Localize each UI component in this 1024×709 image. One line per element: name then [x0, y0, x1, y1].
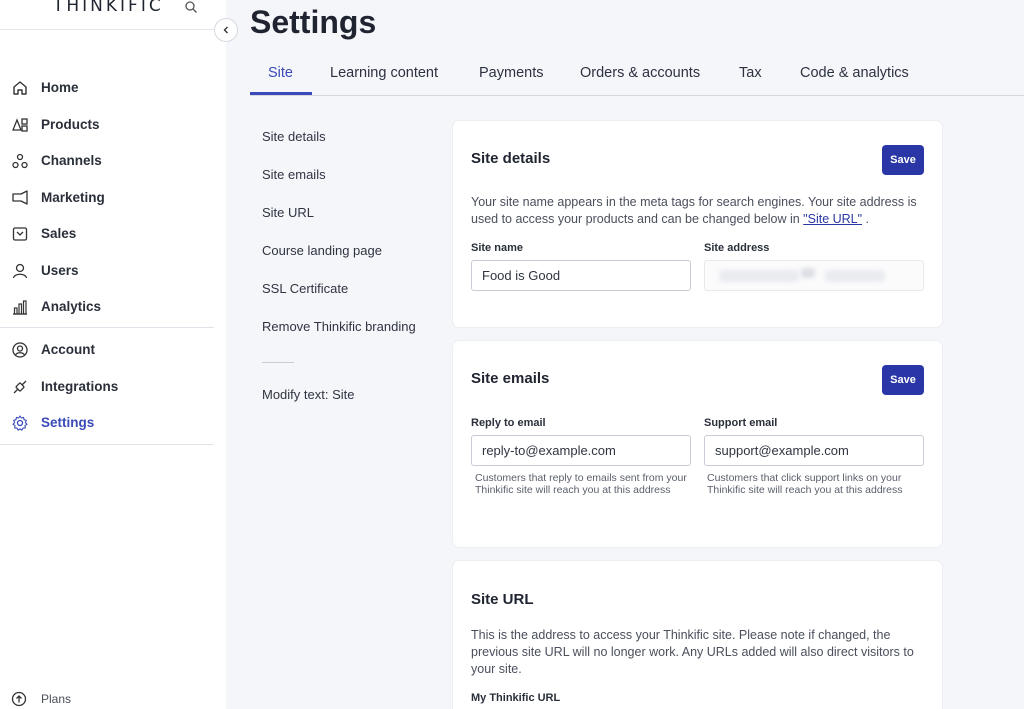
reply-email-input[interactable]: reply-to@example.com [471, 435, 691, 466]
site-address-input[interactable] [704, 260, 924, 291]
sidebar-item-sales[interactable]: Sales [0, 220, 214, 248]
sidebar-item-label: Account [41, 342, 95, 357]
sidebar-item-home[interactable]: Home [0, 74, 214, 102]
site-details-card: Site details Save Your site name appears… [453, 121, 942, 327]
sidebar-item-account[interactable]: Account [0, 336, 214, 364]
sidebar-item-settings[interactable]: Settings [0, 409, 214, 437]
channels-icon [12, 153, 28, 169]
subnav-modify-text[interactable]: Modify text: Site [262, 387, 354, 402]
card-title: Site URL [471, 591, 534, 608]
page-title: Settings [250, 4, 377, 40]
collapse-sidebar-button[interactable] [214, 18, 238, 42]
tab-orders-accounts[interactable]: Orders & accounts [580, 65, 700, 81]
subnav-divider [262, 362, 294, 363]
sidebar-item-label: Integrations [41, 379, 119, 394]
sidebar-item-analytics[interactable]: Analytics [0, 293, 214, 321]
site-name-input[interactable]: Food is Good [471, 260, 691, 291]
sidebar: THINKIFIC Home Products Channels Marketi… [0, 0, 226, 709]
site-address-label: Site address [704, 242, 770, 254]
card-title: Site details [471, 150, 551, 167]
support-email-help: Customers that click support links on yo… [707, 472, 903, 496]
my-thinkific-url-label: My Thinkific URL [471, 692, 561, 704]
sidebar-item-channels[interactable]: Channels [0, 147, 214, 175]
search-icon[interactable] [184, 0, 198, 14]
sidebar-item-label: Plans [41, 692, 72, 706]
sidebar-item-products[interactable]: Products [0, 111, 214, 139]
sidebar-item-label: Sales [41, 226, 77, 241]
support-email-label: Support email [704, 417, 778, 429]
home-icon [13, 81, 27, 95]
subnav-site-details[interactable]: Site details [262, 129, 326, 144]
settings-tabs: Site Learning content Payments Orders & … [250, 54, 1024, 96]
subnav-remove-branding[interactable]: Remove Thinkific branding [262, 319, 416, 334]
site-details-description: Your site name appears in the meta tags … [471, 195, 917, 226]
site-url-link[interactable]: "Site URL" [803, 212, 862, 226]
site-url-card: Site URL This is the address to access y… [453, 561, 942, 709]
sidebar-item-integrations[interactable]: Integrations [0, 373, 214, 401]
gear-icon [12, 415, 28, 431]
subnav-course-landing-page[interactable]: Course landing page [262, 243, 382, 258]
active-tab-indicator [250, 92, 312, 95]
account-icon [12, 342, 28, 358]
sidebar-divider [0, 327, 214, 328]
sidebar-item-marketing[interactable]: Marketing [0, 184, 214, 212]
subnav-ssl-certificate[interactable]: SSL Certificate [262, 281, 348, 296]
tab-learning-content[interactable]: Learning content [330, 65, 438, 81]
reply-email-help: Customers that reply to emails sent from… [475, 472, 687, 496]
tab-code-analytics[interactable]: Code & analytics [800, 65, 909, 81]
arrow-up-circle-icon [11, 691, 27, 707]
subnav-site-emails[interactable]: Site emails [262, 167, 326, 182]
products-icon [12, 118, 28, 132]
redacted-text [719, 270, 799, 282]
user-icon [12, 263, 28, 279]
sidebar-item-label: Settings [41, 415, 95, 430]
sidebar-item-label: Analytics [41, 299, 102, 314]
sidebar-divider [0, 444, 214, 445]
sidebar-item-label: Marketing [41, 190, 105, 205]
analytics-icon [13, 300, 27, 315]
tab-site[interactable]: Site [268, 65, 293, 81]
chevron-left-icon [223, 26, 228, 34]
sidebar-item-plans[interactable]: Plans [0, 690, 214, 709]
redacted-text [825, 270, 885, 282]
sidebar-item-label: Home [41, 80, 79, 95]
site-emails-card: Site emails Save Reply to email reply-to… [453, 341, 942, 547]
sidebar-item-users[interactable]: Users [0, 257, 214, 285]
tab-payments[interactable]: Payments [479, 65, 543, 81]
sidebar-item-label: Users [41, 263, 79, 278]
sales-icon [12, 227, 28, 241]
site-name-label: Site name [471, 242, 523, 254]
marketing-icon [12, 190, 28, 205]
sidebar-item-label: Channels [41, 153, 102, 168]
redacted-text [801, 268, 815, 278]
sidebar-item-label: Products [41, 117, 100, 132]
reply-email-label: Reply to email [471, 417, 546, 429]
integrations-icon [13, 380, 27, 394]
save-button[interactable]: Save [882, 145, 924, 175]
support-email-input[interactable]: support@example.com [704, 435, 924, 466]
logo-row: THINKIFIC [0, 0, 226, 30]
card-title: Site emails [471, 370, 550, 387]
tab-tax[interactable]: Tax [739, 65, 762, 81]
save-button[interactable]: Save [882, 365, 924, 395]
subnav-site-url[interactable]: Site URL [262, 205, 314, 220]
site-url-description: This is the address to access your Think… [471, 628, 914, 676]
thinkific-logo[interactable]: THINKIFIC [53, 0, 164, 16]
